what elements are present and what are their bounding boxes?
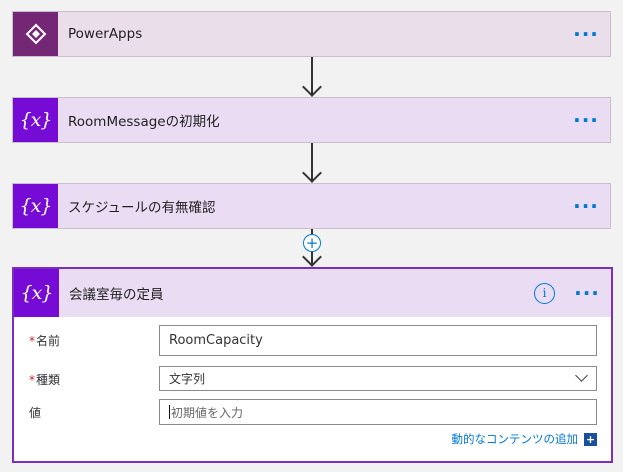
value-label: 値 [29,406,42,420]
more-options-icon[interactable]: ··· [566,110,606,130]
arrow-down-icon [302,77,322,97]
add-dynamic-content-link[interactable]: 動的なコンテンツの追加 + [451,431,597,447]
type-select[interactable]: 文字列 [159,366,597,391]
step-title: RoomMessageの初期化 [68,114,220,130]
variable-icon: {x} [14,269,59,317]
step-title: 会議室毎の定員 [69,287,164,303]
more-options-icon[interactable]: ··· [566,24,606,44]
text-cursor [169,405,170,419]
step-initialize-roommessage[interactable]: {x} RoomMessageの初期化 ··· [12,97,611,143]
name-value: RoomCapacity [169,333,263,348]
type-label: *種類 [29,373,61,387]
powerapps-icon [13,12,58,56]
more-options-icon[interactable]: ··· [566,196,606,216]
add-icon: + [584,432,597,446]
variable-icon: {x} [13,98,58,142]
step-header[interactable]: {x} 会議室毎の定員 i ··· [14,269,611,317]
arrow-down-icon [302,163,322,183]
info-icon[interactable]: i [534,282,555,304]
type-value: 文字列 [169,372,206,386]
step-room-capacity: {x} 会議室毎の定員 i ··· *名前 RoomCapacity *種類 文… [12,267,613,463]
step-title: PowerApps [68,26,143,42]
add-step-icon[interactable]: + [303,234,321,252]
chevron-down-icon [575,369,588,382]
value-placeholder: 初期値を入力 [171,405,244,420]
value-input[interactable]: 初期値を入力 [159,399,597,425]
step-title: スケジュールの有無確認 [68,200,216,216]
dynamic-content-label: 動的なコンテンツの追加 [451,432,579,446]
more-options-icon[interactable]: ··· [567,283,607,303]
step-powerapps[interactable]: PowerApps ··· [12,11,611,57]
step-schedule-check[interactable]: {x} スケジュールの有無確認 ··· [12,183,611,229]
name-label: *名前 [29,334,61,348]
name-field[interactable]: RoomCapacity [159,325,597,356]
variable-icon: {x} [13,184,58,228]
